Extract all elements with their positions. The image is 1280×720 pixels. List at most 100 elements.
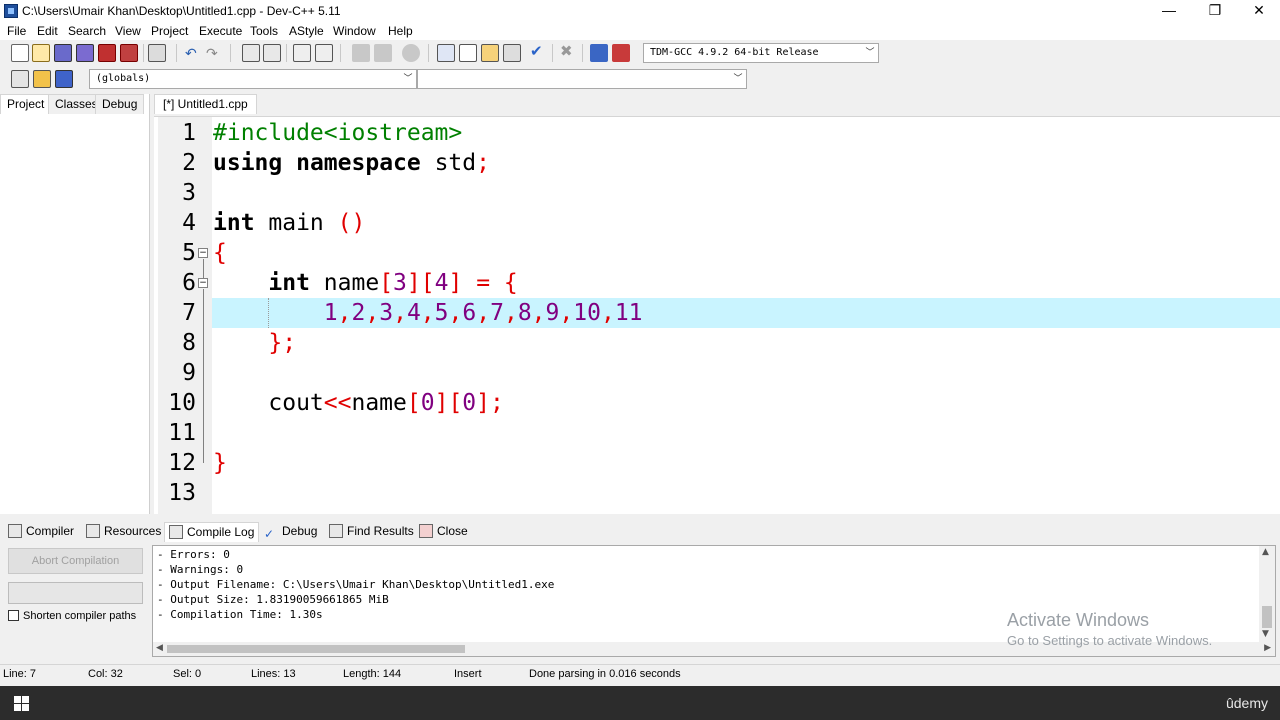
unindent-icon[interactable] (315, 44, 333, 62)
fold-toggle-icon[interactable]: − (198, 248, 208, 258)
menu-project[interactable]: Project (151, 24, 188, 38)
abort-compilation-button[interactable]: Abort Compilation (8, 548, 143, 574)
bookmark-icon[interactable] (55, 70, 73, 88)
code-token: cout (213, 390, 324, 416)
forward-icon[interactable] (374, 44, 392, 62)
menu-tools[interactable]: Tools (250, 24, 278, 38)
code-editor[interactable]: 1 2 3 4 5 6 7 8 9 10 11 12 13 − − #inclu… (154, 116, 1280, 514)
menu-file[interactable]: File (7, 24, 26, 38)
tab-find-results[interactable]: Find Results (329, 522, 414, 542)
status-col: Col: 32 (88, 668, 123, 680)
back-icon[interactable] (352, 44, 370, 62)
windows-start-icon[interactable] (14, 696, 30, 712)
log-line: - Errors: 0 (157, 548, 230, 561)
shorten-compiler-paths-checkbox[interactable]: Shorten compiler paths (8, 610, 136, 622)
scroll-down-icon[interactable]: ▼ (1262, 629, 1269, 639)
vertical-scrollbar[interactable]: ▲ ▼ (1259, 546, 1275, 642)
code-token: ]; (476, 390, 504, 416)
watermark-subtitle: Go to Settings to activate Windows. (1007, 633, 1213, 648)
print-icon[interactable] (148, 44, 166, 62)
save-icon[interactable] (54, 44, 72, 62)
code-token: 9 (545, 300, 560, 326)
code-line[interactable]: { (213, 238, 227, 268)
menu-window[interactable]: Window (333, 24, 376, 38)
stop-icon[interactable]: ✖ (560, 44, 578, 62)
menu-search[interactable]: Search (68, 24, 106, 38)
insert-icon[interactable] (11, 70, 29, 88)
open-file-icon[interactable] (32, 44, 50, 62)
project-icon[interactable] (437, 44, 455, 62)
tab-project[interactable]: Project (0, 94, 52, 114)
scroll-left-icon[interactable]: ◀ (156, 643, 163, 653)
code-token: 0 (420, 390, 435, 416)
toggle-icon[interactable] (33, 70, 51, 88)
tab-debug[interactable]: Debug (95, 94, 145, 114)
code-line[interactable]: cout<<name[0][0]; (213, 388, 504, 418)
code-line[interactable]: int main () (213, 208, 365, 238)
status-sel: Sel: 0 (173, 668, 202, 680)
code-line[interactable]: using namespace std; (213, 148, 490, 178)
code-token: [ (379, 270, 394, 296)
tab-debug-label: Debug (282, 524, 318, 538)
goto-icon[interactable] (402, 44, 420, 62)
scroll-thumb[interactable] (1262, 606, 1272, 628)
code-line[interactable]: #include<iostream> (213, 118, 462, 148)
find-icon[interactable] (242, 44, 260, 62)
close-icon (419, 524, 433, 538)
grid-icon[interactable] (503, 44, 521, 62)
save-all-icon[interactable] (76, 44, 94, 62)
udemy-logo: ûdemy (1225, 695, 1268, 711)
scroll-up-icon[interactable]: ▲ (1262, 547, 1269, 557)
close-file-icon[interactable] (98, 44, 116, 62)
editor-tab-untitled1[interactable]: [*] Untitled1.cpp (154, 94, 257, 114)
minimize-button[interactable]: — (1146, 0, 1192, 22)
code-line[interactable]: int name[3][4] = { (213, 268, 517, 298)
indent-icon[interactable] (293, 44, 311, 62)
fold-line (203, 289, 204, 343)
checkbox-box[interactable] (8, 610, 19, 621)
redo-icon[interactable]: ↷ (206, 46, 224, 64)
compiler-select[interactable]: TDM-GCC 4.9.2 64-bit Release ﹀ (643, 43, 879, 63)
code-line[interactable]: 1,2,3,4,5,6,7,8,9,10,11 (213, 298, 643, 328)
scope-select[interactable]: (globals) ﹀ (89, 69, 417, 89)
scroll-right-icon[interactable]: ▶ (1264, 643, 1271, 653)
code-line[interactable]: }; (213, 328, 296, 358)
layout-icon[interactable] (481, 44, 499, 62)
compile-progress-bar (8, 582, 143, 604)
tab-compiler[interactable]: Compiler (8, 522, 74, 542)
code-token: 1 (323, 300, 338, 326)
close-window-button[interactable]: ✕ (1236, 0, 1280, 22)
window-title: C:\Users\Umair Khan\Desktop\Untitled1.cp… (22, 4, 341, 18)
replace-icon[interactable] (263, 44, 281, 62)
menu-help[interactable]: Help (388, 24, 413, 38)
tab-compile-log[interactable]: Compile Log (164, 522, 260, 542)
menu-astyle[interactable]: AStyle (289, 24, 324, 38)
member-select[interactable]: ﹀ (417, 69, 747, 89)
line-number: 13 (168, 480, 196, 506)
status-bar: Line: 7 Col: 32 Sel: 0 Lines: 13 Length:… (0, 664, 1280, 684)
close-all-icon[interactable] (120, 44, 138, 62)
undo-icon[interactable]: ↶ (185, 46, 203, 64)
debug-icon[interactable] (612, 44, 630, 62)
tab-debug-bottom[interactable]: ✓ Debug (264, 522, 317, 542)
check-syntax-icon[interactable]: ✔ (530, 44, 548, 62)
fold-toggle-icon[interactable]: − (198, 278, 208, 288)
chart-icon[interactable] (590, 44, 608, 62)
tab-resources[interactable]: Resources (86, 522, 161, 542)
menu-edit[interactable]: Edit (37, 24, 58, 38)
code-token: ; (476, 150, 490, 176)
code-token: , (559, 300, 574, 326)
new-file-icon[interactable] (11, 44, 29, 62)
window-icon[interactable] (459, 44, 477, 62)
code-line[interactable]: } (213, 448, 227, 478)
menu-execute[interactable]: Execute (199, 24, 242, 38)
toolbar-separator (143, 44, 144, 62)
scroll-thumb[interactable] (167, 645, 465, 653)
status-lines: Lines: 13 (251, 668, 296, 680)
menu-view[interactable]: View (115, 24, 141, 38)
restore-button[interactable]: ❐ (1192, 0, 1238, 22)
toolbar-separator (286, 44, 287, 62)
tab-close[interactable]: Close (419, 522, 468, 542)
